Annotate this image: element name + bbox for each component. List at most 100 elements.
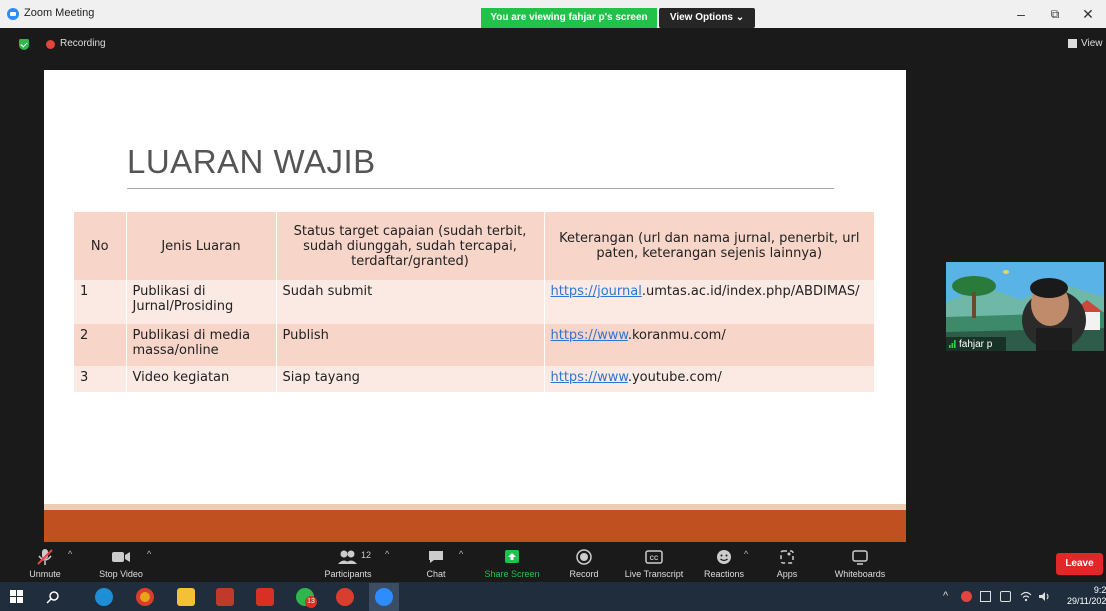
app-v-icon[interactable] [216,588,234,606]
windows-taskbar: 13 ^ 9:26 29/11/2022 [0,582,1106,611]
security-shield-icon[interactable] [19,39,29,50]
row-link-rest: .umtas.ac.id/index.php/ABDIMAS/ [641,284,860,299]
tray-network-icon[interactable] [1000,591,1011,602]
table-header-no: No [74,212,126,280]
participant-video-tile[interactable]: fahjar p [946,262,1104,351]
zoom-app-icon[interactable] [375,588,393,606]
table-header-keterangan: Keterangan (url dan nama jurnal, penerbi… [543,212,874,280]
row-jenis: Video kegiatan [125,366,276,392]
row-no: 2 [74,324,126,366]
tray-app-icon[interactable] [961,591,972,602]
file-explorer-icon[interactable] [177,588,195,606]
row-jenis: Publikasi di media massa/online [125,324,276,366]
whiteboard-icon [852,550,868,565]
pdf-reader-icon[interactable] [256,588,274,606]
apps-label: Apps [776,569,798,579]
notification-badge: 13 [305,596,317,608]
unmute-button[interactable]: Unmute [22,548,68,582]
row-link-rest: .koranmu.com/ [627,328,726,343]
reactions-label: Reactions [703,569,745,579]
smiley-icon [717,550,731,564]
signal-strength-icon [949,340,956,348]
closed-caption-icon: CC [645,550,663,564]
video-camera-icon [112,552,130,562]
search-icon[interactable] [46,590,60,604]
meeting-toolbar: Unmute ^ Stop Video ^ Participants 12 ^ [0,548,1106,582]
clock-date: 29/11/2022 [1067,596,1106,606]
participant-name: fahjar p [959,339,993,350]
share-screen-button[interactable]: Share Screen [480,548,544,582]
row-link[interactable]: https://journal [551,284,642,299]
chrome-browser-icon[interactable] [136,588,154,606]
svg-text:CC: CC [650,556,659,562]
tray-display-icon[interactable] [980,591,991,602]
live-transcript-button[interactable]: CC Live Transcript [621,548,687,582]
row-link[interactable]: https://www [551,328,628,343]
participants-count: 12 [361,550,372,560]
wifi-icon[interactable] [1020,591,1032,602]
stop-video-label: Stop Video [99,569,143,579]
volume-icon[interactable] [1038,591,1052,602]
chat-label: Chat [426,569,446,579]
edge-browser-icon[interactable] [95,588,113,606]
participants-label: Participants [324,569,372,579]
row-status: Publish [275,324,544,366]
microphone-muted-icon [37,549,53,565]
slide-title: LUARAN WAJIB [127,143,376,180]
apps-icon [780,550,794,564]
viewing-banner: You are viewing fahjar p's screen [481,8,657,28]
record-button[interactable]: Record [564,548,604,582]
clock-time: 9:26 [1093,585,1106,595]
shared-screen-slide: LUARAN WAJIB No Jenis Luaran Status targ… [44,70,906,542]
view-icon[interactable] [1068,39,1077,48]
tray-chevron-icon[interactable]: ^ [943,590,948,602]
record-label: Record [569,569,599,579]
row-keterangan: https://www.koranmu.com/ [543,324,874,366]
window-title: Zoom Meeting [24,7,95,19]
whiteboards-label: Whiteboards [834,569,886,579]
system-clock[interactable]: 9:26 29/11/2022 [1067,585,1106,607]
participants-icon [338,550,357,564]
table-header-jenis: Jenis Luaran [125,212,276,280]
recording-label: Recording [60,38,106,49]
audio-options-caret[interactable]: ^ [68,549,72,559]
close-button[interactable]: ✕ [1073,4,1103,24]
reactions-button[interactable]: Reactions [700,548,748,582]
chat-options-caret[interactable]: ^ [459,549,463,559]
stop-video-button[interactable]: Stop Video [94,548,148,582]
share-screen-icon [505,550,519,563]
view-options-button[interactable]: View Options ⌄ [659,8,755,28]
slide-footer-band [44,510,906,542]
participants-options-caret[interactable]: ^ [385,549,389,559]
maximize-button[interactable]: ⧉ [1040,4,1070,24]
title-bar: Zoom Meeting You are viewing fahjar p's … [0,0,1106,28]
whiteboards-button[interactable]: Whiteboards [830,548,890,582]
reactions-options-caret[interactable]: ^ [744,549,748,559]
chat-button[interactable]: Chat [420,548,452,582]
row-keterangan: https://www.youtube.com/ [543,366,874,392]
share-screen-label: Share Screen [484,569,540,579]
unmute-label: Unmute [29,569,61,579]
row-jenis: Publikasi di Jurnal/Prosiding [125,280,276,324]
leave-button[interactable]: Leave [1056,553,1103,575]
meeting-area: Recording View LUARAN WAJIB No Jenis Lua… [0,28,1106,548]
table-header-status: Status target capaian (sudah terbit, sud… [275,212,544,280]
minimize-button[interactable]: – [1006,4,1036,24]
chrome-profile-icon[interactable] [336,588,354,606]
row-no: 1 [74,280,126,324]
row-link[interactable]: https://www [551,370,628,385]
table-row: 3 Video kegiatan Siap tayang https://www… [74,366,874,392]
record-icon [576,549,592,565]
row-status: Sudah submit [275,280,544,324]
windows-start-icon[interactable] [10,590,23,603]
view-button[interactable]: View [1081,38,1103,49]
table-row: 2 Publikasi di media massa/online Publis… [74,324,874,366]
slide-title-divider [127,188,834,189]
table-row: 1 Publikasi di Jurnal/Prosiding Sudah su… [74,280,874,324]
row-keterangan: https://journal.umtas.ac.id/index.php/AB… [543,280,874,324]
row-status: Siap tayang [275,366,544,392]
apps-button[interactable]: Apps [772,548,802,582]
live-transcript-label: Live Transcript [624,569,684,579]
row-no: 3 [74,366,126,392]
video-options-caret[interactable]: ^ [147,549,151,559]
